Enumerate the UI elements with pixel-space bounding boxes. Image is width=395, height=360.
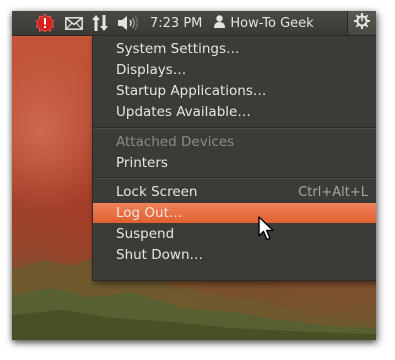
shortcut-label: Ctrl+Alt+L bbox=[298, 184, 368, 200]
session-menu-button[interactable] bbox=[347, 11, 376, 35]
menu-separator bbox=[93, 177, 376, 179]
user-menu[interactable]: How-To Geek bbox=[214, 11, 314, 35]
menu-item-startup-applications[interactable]: Startup Applications… bbox=[93, 81, 376, 101]
menu-item-label: Shut Down… bbox=[116, 247, 204, 263]
power-gear-icon bbox=[354, 13, 370, 33]
menu-separator bbox=[93, 127, 376, 129]
menu-item-label: Log Out… bbox=[116, 205, 183, 221]
menu-item-label: System Settings… bbox=[116, 41, 240, 57]
menu-item-log-out[interactable]: Log Out… bbox=[93, 203, 376, 223]
clock[interactable]: 7:23 PM bbox=[150, 11, 202, 35]
top-panel: 7:23 PM How-To Geek bbox=[12, 11, 376, 36]
user-name: How-To Geek bbox=[230, 15, 314, 31]
person-icon bbox=[214, 14, 226, 32]
menu-item-updates-available[interactable]: Updates Available… bbox=[93, 102, 376, 122]
menu-item-displays[interactable]: Displays… bbox=[93, 60, 376, 80]
menu-item-label: Displays… bbox=[116, 62, 187, 78]
menu-item-label: Printers bbox=[116, 155, 168, 171]
network-icon[interactable] bbox=[90, 11, 110, 35]
volume-icon[interactable] bbox=[116, 11, 140, 35]
menu-item-label: Attached Devices bbox=[116, 134, 235, 150]
menu-item-printers[interactable]: Printers bbox=[93, 153, 376, 173]
menu-item-suspend[interactable]: Suspend bbox=[93, 224, 376, 244]
menu-item-system-settings[interactable]: System Settings… bbox=[93, 39, 376, 59]
mail-icon[interactable] bbox=[64, 11, 84, 35]
session-dropdown-menu: System Settings… Displays… Startup Appli… bbox=[92, 35, 376, 281]
mouse-pointer-icon bbox=[258, 216, 276, 242]
menu-item-label: Lock Screen bbox=[116, 184, 198, 200]
menu-item-label: Suspend bbox=[116, 226, 175, 242]
screenshot-frame: 7:23 PM How-To Geek System Settings… Dis… bbox=[12, 11, 376, 340]
menu-item-shut-down[interactable]: Shut Down… bbox=[93, 245, 376, 265]
menu-item-label: Startup Applications… bbox=[116, 83, 267, 99]
menu-item-lock-screen[interactable]: Lock Screen Ctrl+Alt+L bbox=[93, 182, 376, 202]
update-alert-icon[interactable] bbox=[36, 14, 54, 32]
menu-item-label: Updates Available… bbox=[116, 104, 251, 120]
menu-item-attached-devices: Attached Devices bbox=[93, 132, 376, 152]
